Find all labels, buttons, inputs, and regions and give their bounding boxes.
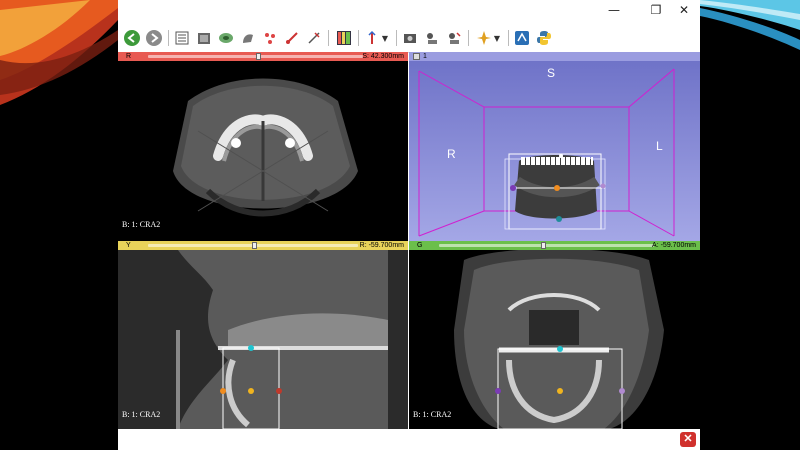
forward-icon[interactable] [144, 28, 164, 48]
slice-offset-value: R: -59.700mm [359, 242, 404, 249]
slice-offset-value: S: 42.300mm [362, 53, 404, 60]
scene-view-icon[interactable] [422, 28, 442, 48]
models-icon[interactable] [216, 28, 236, 48]
slice-slider[interactable] [439, 244, 654, 247]
slide-decoration-left [0, 0, 118, 105]
slider-handle[interactable] [256, 53, 261, 60]
sagittal-image [118, 250, 408, 429]
slice-offset-value: A: -59.700mm [652, 242, 696, 249]
orientation-label-right: R [447, 147, 456, 161]
green-slice-controller: G A: -59.700mm [409, 241, 700, 250]
view-tag: G [417, 242, 423, 249]
background-volume-label: B: 1: CRA2 [413, 410, 452, 419]
title-bar: — ❐ ✕ [118, 0, 700, 24]
crosshair-icon[interactable] [362, 28, 382, 48]
toolbar-separator [328, 30, 329, 46]
segment-icon[interactable] [238, 28, 258, 48]
volumes-icon[interactable] [194, 28, 214, 48]
toolbar-separator [508, 30, 509, 46]
background-volume-label: B: 1: CRA2 [122, 220, 161, 229]
extensions-icon[interactable] [512, 28, 532, 48]
red-slice-controller: R S: 42.300mm [118, 52, 408, 61]
slicer-window: — ❐ ✕ ▼ ▼ R S: 42.300mm B: 1: CRA2 1 S R… [118, 0, 700, 450]
layout-icon[interactable] [334, 28, 354, 48]
chevron-down-icon[interactable]: ▼ [492, 28, 502, 48]
red-slice-view[interactable]: R S: 42.300mm B: 1: CRA2 [118, 52, 408, 241]
background-volume-label: B: 1: CRA2 [122, 410, 161, 419]
back-icon[interactable] [122, 28, 142, 48]
transforms-icon[interactable] [282, 28, 302, 48]
yellow-slice-controller: Y R: -59.700mm [118, 241, 408, 250]
3d-view[interactable]: 1 S R L [409, 52, 700, 241]
python-icon[interactable] [534, 28, 554, 48]
chevron-down-icon[interactable]: ▼ [380, 28, 390, 48]
toolbar-separator [468, 30, 469, 46]
orientation-label-left: L [656, 139, 663, 153]
view-tag: R [126, 53, 132, 60]
camera-view-icon[interactable] [444, 28, 464, 48]
toolbar-separator [168, 30, 169, 46]
screenshot-icon[interactable] [400, 28, 420, 48]
close-button[interactable]: ✕ [670, 0, 698, 20]
slider-handle[interactable] [252, 242, 257, 249]
pin-icon[interactable] [413, 53, 420, 60]
view-tag: 1 [423, 53, 427, 60]
3d-view-controller: 1 [409, 52, 700, 61]
view-tag: Y [126, 242, 131, 249]
markups-icon[interactable] [260, 28, 280, 48]
ruler-icon[interactable] [304, 28, 324, 48]
status-bar: ✕ [118, 429, 700, 450]
orientation-label-superior: S [547, 66, 556, 80]
toolbar-separator [396, 30, 397, 46]
yellow-slice-view[interactable]: Y R: -59.700mm B: 1: CRA2 [118, 241, 408, 429]
toolbar: ▼ ▼ [118, 24, 700, 53]
coronal-image [409, 248, 700, 429]
green-slice-view[interactable]: G A: -59.700mm B: 1: CRA2 [409, 241, 700, 429]
data-icon[interactable] [172, 28, 192, 48]
maximize-button[interactable]: ❐ [642, 0, 670, 20]
slider-handle[interactable] [541, 242, 546, 249]
toolbar-separator [358, 30, 359, 46]
axial-image [118, 61, 408, 241]
error-log-icon[interactable]: ✕ [680, 432, 696, 447]
minimize-button[interactable]: — [600, 0, 628, 20]
slide-decoration-right [700, 0, 800, 50]
pin-icon[interactable] [474, 28, 494, 48]
